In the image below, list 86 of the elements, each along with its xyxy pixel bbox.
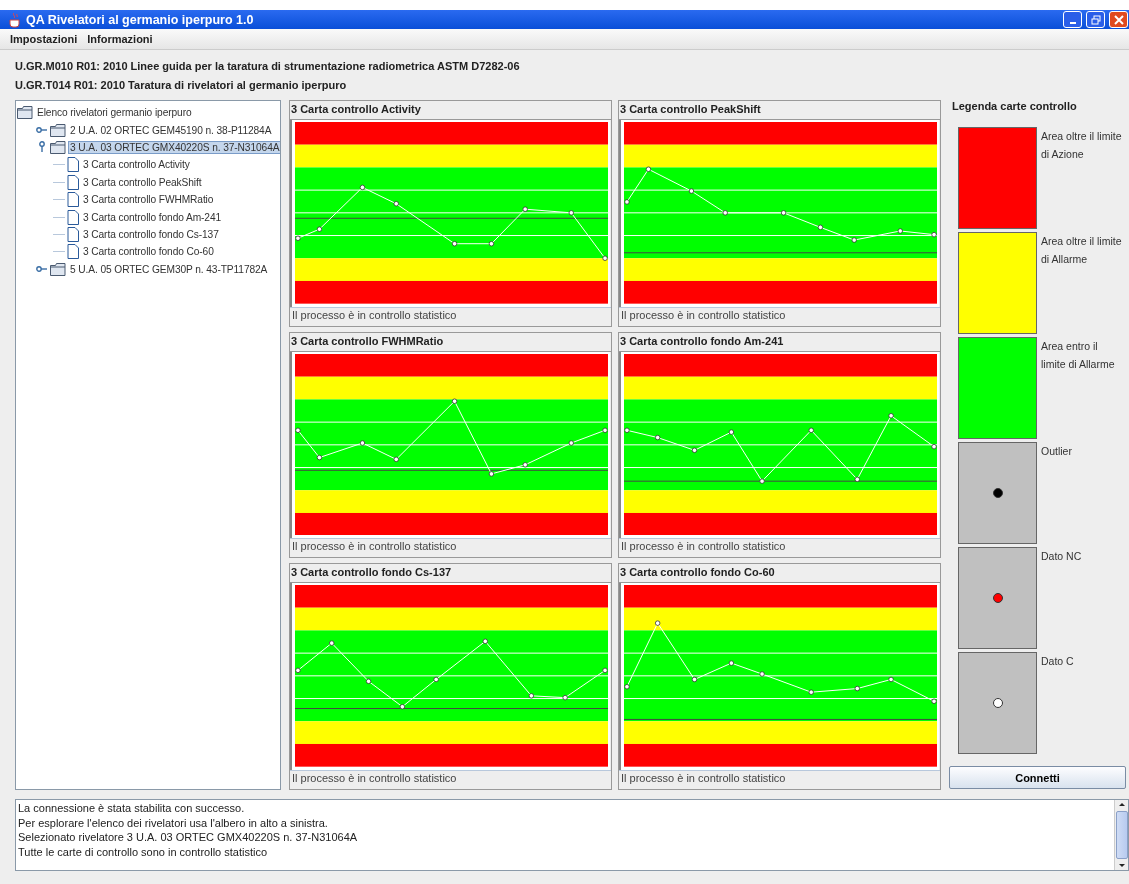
data-point — [624, 199, 630, 205]
tree-item[interactable]: 3 Carta controllo PeakShift — [81, 175, 204, 189]
legend-title: Legenda carte controllo — [951, 100, 1078, 114]
tree-item[interactable]: 3 Carta controllo FWHMRatio — [81, 193, 216, 207]
document-icon — [67, 209, 79, 225]
chart-status: Il processo è in controllo statistico — [290, 538, 611, 558]
document-icon — [67, 192, 79, 208]
data-point — [888, 412, 894, 419]
data-point — [759, 478, 765, 484]
restore-icon — [1090, 14, 1101, 25]
minimize-icon — [1069, 21, 1076, 24]
expand-handle-icon[interactable] — [36, 141, 48, 154]
legend-label: Dato C — [1041, 654, 1075, 669]
data-point — [393, 201, 399, 207]
log-line: Selezionato rivelatore 3 U.A. 03 ORTEC GMX40220S n. 37-N31064A — [18, 831, 359, 845]
chart-title: 3 Carta controllo FWHMRatio — [290, 332, 611, 352]
data-point — [624, 427, 630, 433]
coffee-cup-icon — [8, 11, 22, 28]
data-point — [655, 434, 661, 440]
data-point — [329, 640, 335, 647]
tree-item[interactable]: 3 Carta controllo fondo Am-241 — [81, 210, 223, 224]
legend-label: Area oltre il limite di Allarme — [1041, 234, 1123, 267]
data-point — [645, 166, 652, 172]
chart-status: Il processo è in controllo statistico — [619, 538, 940, 558]
document-icon — [67, 174, 79, 190]
data-point — [655, 620, 661, 627]
data-point — [691, 447, 698, 453]
data-point — [808, 689, 814, 696]
data-point — [451, 241, 458, 247]
data-point — [488, 241, 495, 247]
data-point — [488, 470, 495, 477]
document-reference: U.GR.T014 R01: 2010 Taratura di rivelatori al germanio iperpuro — [15, 79, 348, 92]
document-reference: U.GR.M010 R01: 2010 Linee guida per la taratura di strumentazione radiometrica ASTM D7282-06 — [15, 60, 521, 73]
tree-item[interactable]: 3 U.A. 03 ORTEC GMX40220S n. 37-N31064A — [68, 140, 280, 154]
connect-button[interactable]: Connetti — [949, 766, 1126, 789]
tree-item[interactable]: 3 Carta controllo fondo Cs-137 — [81, 227, 221, 241]
chart-title: 3 Carta controllo fondo Am-241 — [619, 332, 940, 352]
data-point — [817, 224, 824, 231]
close-icon — [1113, 14, 1124, 25]
scrollbar[interactable] — [1114, 800, 1128, 870]
data-point — [316, 454, 323, 460]
chart-status: Il processo è in controllo statistico — [290, 770, 611, 789]
data-point — [854, 686, 860, 692]
menu-item[interactable]: Informazioni — [87, 33, 153, 45]
document-icon — [67, 157, 79, 173]
menu-item[interactable]: Impostazioni — [10, 33, 78, 45]
data-point — [393, 456, 399, 462]
log-line: La connessione è stata stabilita con successo. — [18, 802, 246, 816]
legend-label: Dato NC — [1041, 549, 1083, 564]
data-point — [399, 704, 406, 710]
tree-item[interactable]: 3 Carta controllo Activity — [81, 158, 192, 172]
folder-icon — [50, 140, 66, 154]
data-point — [728, 660, 735, 667]
maximize-button[interactable] — [1086, 11, 1105, 28]
window-title: QA Rivelatori al germanio iperpuro 1.0 — [26, 12, 254, 27]
data-point — [728, 429, 735, 435]
minimize-button[interactable] — [1063, 11, 1082, 28]
document-icon — [67, 226, 79, 242]
data-point — [295, 427, 301, 433]
tree-item[interactable]: 2 U.A. 02 ORTEC GEM45190 n. 38-P11284A — [68, 123, 274, 137]
log-line: Tutte le carte di controllo sono in controllo statistico — [18, 845, 269, 860]
chart-status: Il processo è in controllo statistico — [619, 770, 940, 789]
data-point — [316, 226, 323, 232]
data-point — [482, 638, 488, 645]
data-point — [808, 427, 814, 433]
chart-status: Il processo è in controllo statistico — [290, 306, 611, 326]
chart-status: Il processo è in controllo statistico — [619, 306, 940, 326]
close-button[interactable] — [1109, 11, 1128, 28]
data-point — [359, 440, 366, 446]
folder-icon — [50, 262, 66, 276]
data-point — [854, 476, 860, 482]
legend-label: Area entro il limite di Allarme — [1041, 339, 1116, 372]
folder-icon — [17, 106, 33, 120]
data-point — [451, 398, 458, 404]
document-icon — [67, 244, 79, 260]
data-point — [365, 678, 372, 685]
legend-label: Outlier — [1041, 444, 1073, 459]
data-point — [624, 684, 630, 690]
scroll-thumb[interactable] — [1115, 811, 1128, 859]
legend-label: Area oltre il limite di Azione — [1041, 129, 1123, 162]
data-point — [295, 668, 301, 674]
log-line: Per esplorare l'elenco dei rivelatori usa l'albero in alto a sinistra. — [18, 816, 329, 831]
tree-item[interactable]: 3 Carta controllo fondo Co-60 — [81, 245, 216, 259]
folder-icon — [50, 123, 66, 137]
tree-item[interactable]: Elenco rivelatori germanio iperpuro — [35, 106, 194, 120]
tree-item[interactable]: 5 U.A. 05 ORTEC GEM30P n. 43-TP11782A — [68, 262, 270, 276]
